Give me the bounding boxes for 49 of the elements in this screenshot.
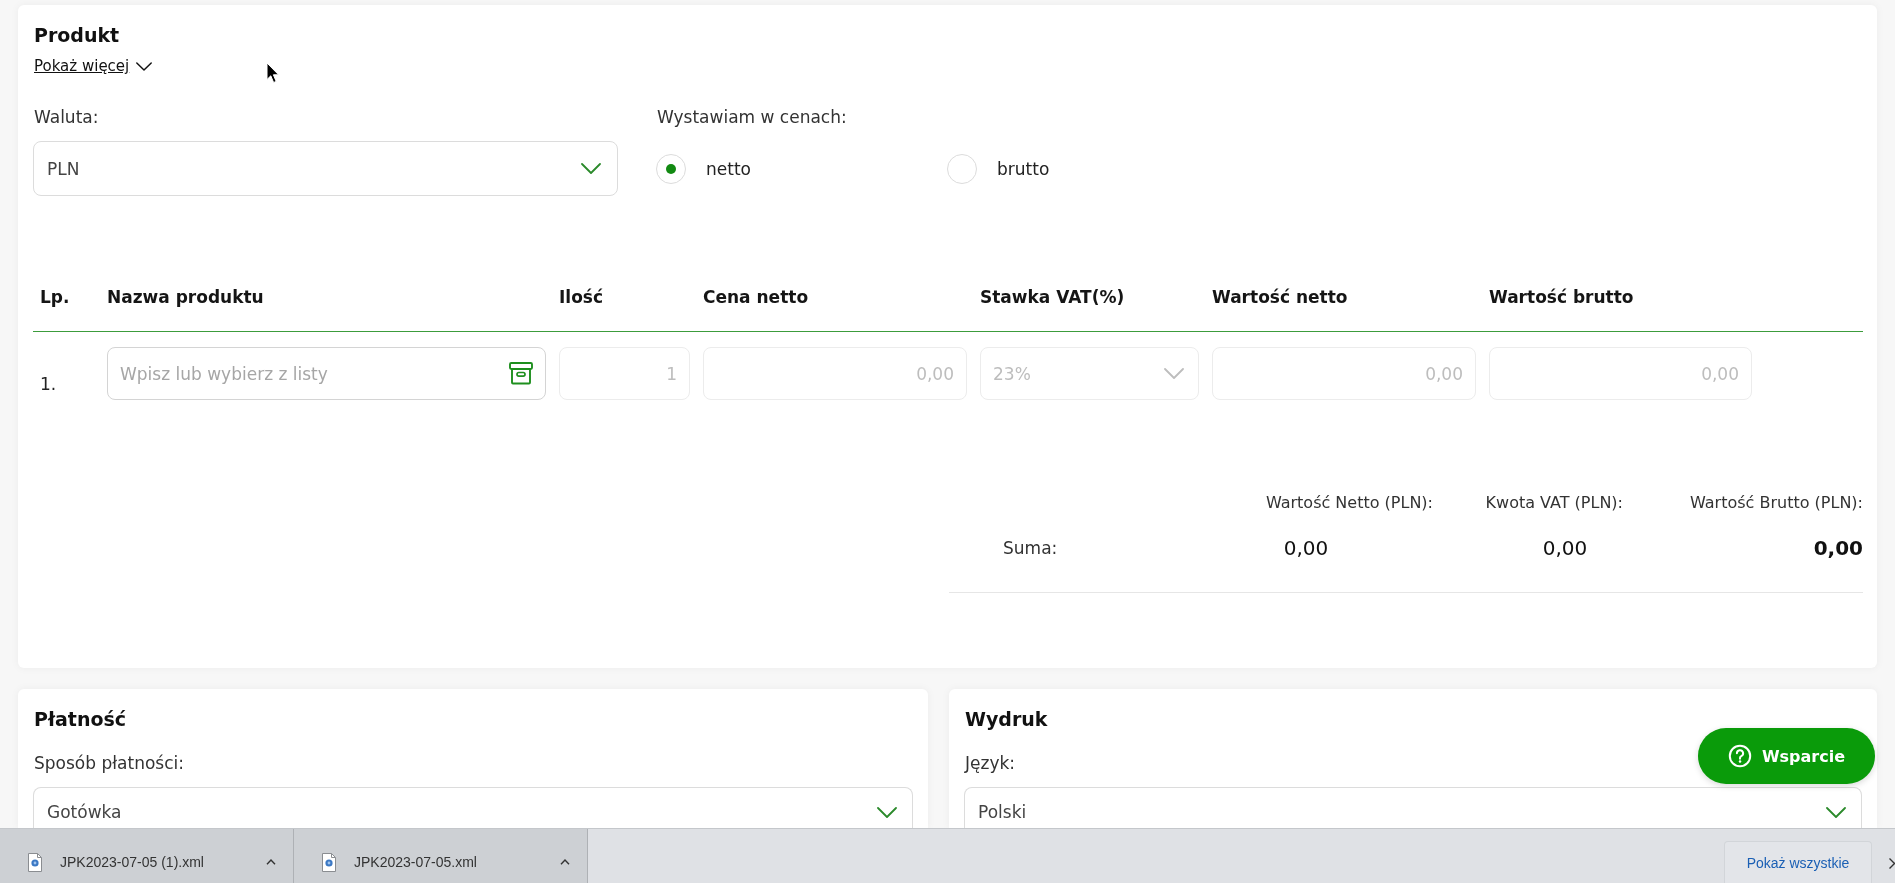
help-icon [1727, 744, 1752, 768]
support-button[interactable]: Wsparcie [1698, 728, 1875, 784]
totals-header: Wartość Brutto (PLN): [1690, 492, 1863, 514]
total-value: 0,00 [1283, 536, 1329, 560]
download-item[interactable]: JPK2023-07-05 (1).xml [0, 829, 294, 883]
column-header: Ilość [559, 286, 604, 308]
download-item[interactable]: JPK2023-07-05.xml [294, 829, 588, 883]
chevron-down-icon [1826, 807, 1846, 818]
column-header: Wartość netto [1212, 286, 1348, 308]
archive-box-icon[interactable] [508, 360, 534, 386]
file-name: JPK2023-07-05.xml [354, 854, 477, 870]
total-value: 0,00 [1542, 536, 1588, 560]
column-header: Lp. [40, 286, 70, 308]
show-more-link[interactable]: Pokaż więcej [34, 56, 153, 76]
totals-header: Wartość Netto (PLN): [1265, 492, 1433, 514]
field-label: Waluta: [34, 106, 99, 128]
mouse-pointer-icon [266, 62, 280, 84]
chevron-up-icon[interactable] [560, 859, 570, 865]
radio-option[interactable]: netto [656, 153, 751, 184]
section-title: Wydruk [965, 707, 1048, 731]
total-value: 0,00 [1813, 536, 1863, 560]
totals-label: Suma: [1003, 537, 1058, 560]
currency-select[interactable]: PLN [33, 141, 618, 196]
chevron-down-icon [877, 807, 897, 818]
close-icon[interactable] [1889, 856, 1895, 869]
radio-option[interactable]: brutto [947, 153, 1050, 184]
chevron-up-icon[interactable] [266, 859, 276, 865]
field-label: Sposób płatności: [34, 752, 184, 774]
column-header: Wartość brutto [1489, 286, 1634, 308]
chevron-down-icon [581, 163, 601, 174]
payment-method-select[interactable]: Gotówka [33, 787, 913, 828]
radio-button[interactable] [947, 153, 977, 184]
product-name-field[interactable]: Wpisz lub wybierz z listy [107, 347, 546, 400]
language-select[interactable]: Polski [964, 787, 1862, 828]
section-title: Produkt [34, 23, 120, 47]
row-number: 1. [40, 373, 57, 395]
totals-header: Kwota VAT (PLN): [1485, 492, 1623, 514]
column-header: Stawka VAT(%) [980, 286, 1125, 308]
section-title: Płatność [34, 707, 127, 731]
file-name: JPK2023-07-05 (1).xml [60, 854, 204, 870]
show-all-button[interactable]: Pokaż wszystkie [1724, 841, 1872, 883]
column-header: Cena netto [703, 286, 809, 308]
column-header: Nazwa produktu [107, 286, 264, 308]
field-label: Język: [965, 752, 1016, 774]
chevron-down-icon [1164, 368, 1184, 379]
radio-button[interactable] [656, 153, 686, 184]
field-label: Wystawiam w cenach: [657, 106, 847, 128]
file-icon [321, 852, 337, 872]
file-icon [27, 852, 43, 872]
